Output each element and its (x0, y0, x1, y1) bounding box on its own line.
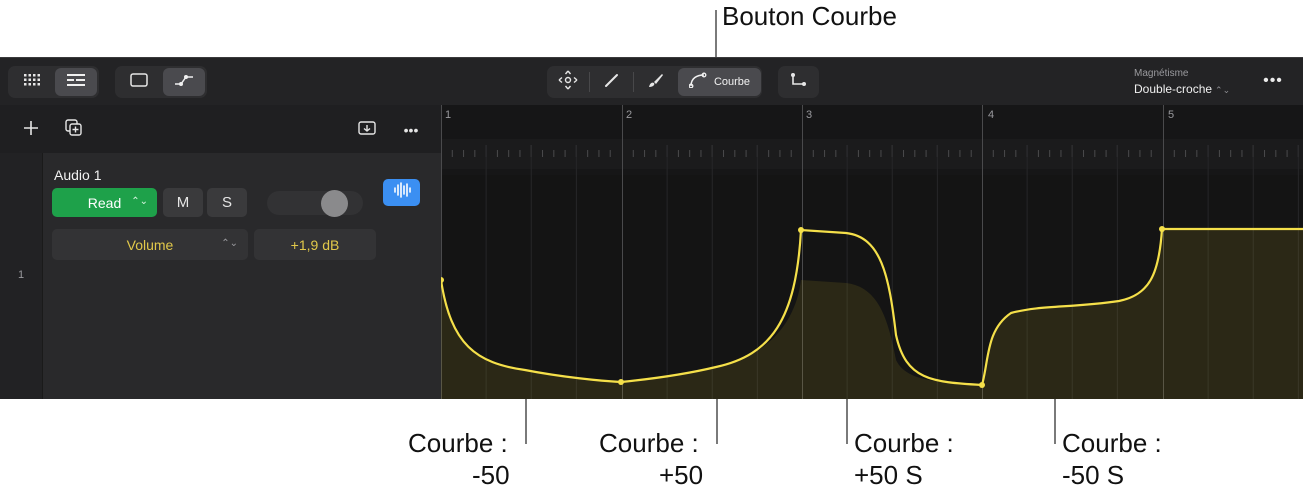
automation-node[interactable] (979, 382, 985, 388)
grid-view-icon (23, 73, 40, 91)
snap-label: Magnétisme (1134, 68, 1189, 79)
pencil-icon (604, 72, 620, 93)
curve-icon (688, 72, 707, 93)
automation-node[interactable] (618, 379, 624, 385)
duplicate-track-button[interactable] (63, 118, 85, 142)
track-header-toolbar: ••• (0, 105, 441, 153)
panel-group (115, 66, 207, 98)
pointer-tool-button[interactable] (547, 66, 589, 98)
automation-icon (174, 73, 194, 92)
callout-curve-plus50-line1: Courbe : (599, 428, 699, 458)
automation-node[interactable] (441, 277, 444, 283)
app-window: Courbe Magnétisme Double-croche ⌃⌄ ••• ••… (0, 57, 1303, 399)
callout-curve-minus50s-line1: Courbe : (1062, 428, 1162, 458)
automation-node[interactable] (1159, 226, 1165, 232)
automation-mode-label: Read (87, 194, 122, 211)
callout-curve-minus50-line1: Courbe : (408, 428, 508, 458)
solo-label: S (221, 194, 232, 211)
curve-tool-button[interactable]: Courbe (678, 68, 761, 96)
grid-view-button[interactable] (10, 66, 53, 98)
track-header-more-button[interactable]: ••• (398, 119, 424, 141)
track-number: 1 (18, 269, 25, 281)
waveform-icon (393, 181, 411, 204)
callout-curve-plus50s-line2: +50 S (854, 460, 923, 490)
duplicate-icon (65, 118, 83, 142)
automation-fill (441, 229, 1303, 399)
ruler-ticks (451, 145, 1299, 157)
toolbar-more-button[interactable]: ••• (1258, 72, 1288, 92)
track-name[interactable]: Audio 1 (54, 167, 101, 183)
ellipsis-icon: ••• (1263, 72, 1283, 89)
pencil-tool-button[interactable] (590, 66, 633, 98)
waveform-button[interactable] (383, 179, 420, 206)
callout-curve-button: Bouton Courbe (722, 1, 897, 31)
brush-tool-button[interactable] (634, 66, 677, 98)
brush-icon (647, 71, 665, 94)
parameter-value-text: +1,9 dB (290, 236, 340, 253)
snap-selector[interactable]: Double-croche ⌃⌄ (1134, 82, 1230, 96)
pointer-move-icon (558, 70, 578, 95)
view-mode-group (8, 66, 99, 98)
chevron-updown-icon: ⌃⌄ (1215, 85, 1231, 95)
automation-mode-button[interactable]: Read ⌃⌄ (52, 188, 157, 217)
mute-label: M (176, 194, 190, 211)
automation-parameter-select[interactable]: Volume ⌃⌄ (52, 229, 248, 260)
automation-parameter-label: Volume (126, 236, 174, 253)
chevron-updown-icon: ⌃⌄ (221, 238, 238, 249)
list-view-icon (67, 73, 85, 91)
window-icon (129, 72, 148, 92)
ellipsis-icon: ••• (403, 122, 419, 138)
callout-curve-minus50-line2: -50 (472, 460, 510, 490)
automation-node[interactable] (798, 227, 804, 233)
callout-curve-plus50-line2: +50 (659, 460, 704, 490)
callout-curve-minus50s-line2: -50 S (1062, 460, 1125, 490)
volume-slider-knob[interactable] (321, 190, 348, 217)
toolbar: Courbe Magnétisme Double-croche ⌃⌄ ••• (0, 57, 1303, 105)
corner-tool-button[interactable] (778, 66, 819, 98)
mute-button[interactable]: M (163, 188, 203, 217)
window-button[interactable] (117, 66, 160, 98)
callout-curve-plus50s-line1: Courbe : (854, 428, 954, 458)
solo-button[interactable]: S (207, 188, 247, 217)
automation-button[interactable] (163, 68, 205, 96)
import-button[interactable] (356, 119, 378, 141)
curve-tool-label: Courbe (713, 76, 751, 88)
chevron-updown-icon: ⌃⌄ (131, 196, 148, 207)
import-tray-icon (358, 120, 376, 141)
automation-tools-group: Courbe (547, 66, 762, 98)
automation-graph[interactable] (441, 105, 1303, 399)
volume-slider[interactable] (267, 191, 363, 215)
snap-value: Double-croche (1134, 82, 1213, 96)
corner-tool-group (778, 66, 819, 98)
plus-icon (24, 120, 38, 140)
add-track-button[interactable] (20, 119, 42, 141)
tracks-view-button[interactable] (55, 68, 97, 96)
corner-line-icon (790, 72, 808, 93)
automation-parameter-value[interactable]: +1,9 dB (254, 229, 376, 260)
